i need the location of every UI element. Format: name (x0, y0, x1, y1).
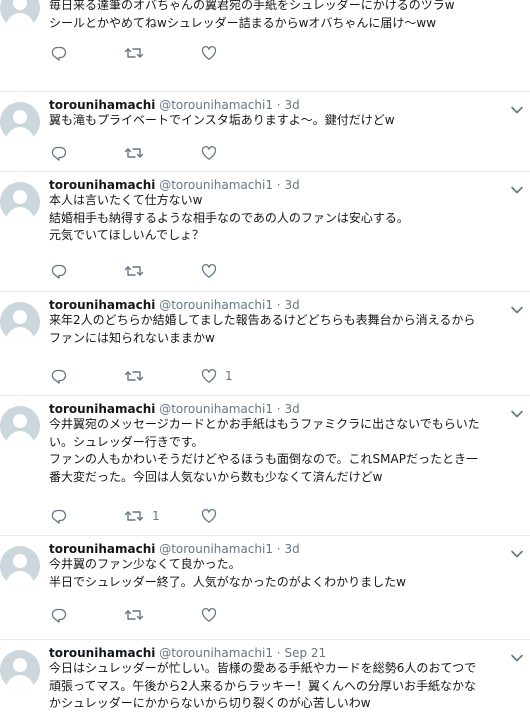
like-button[interactable] (201, 144, 225, 162)
user-handle[interactable]: @torounihamachi1 (159, 298, 273, 312)
like-button[interactable]: 1 (201, 367, 233, 385)
user-name[interactable]: torounihamachi (49, 178, 155, 192)
retweet-button[interactable] (124, 144, 152, 162)
reply-button[interactable] (51, 367, 67, 385)
heart-icon (201, 368, 217, 384)
retweet-button[interactable] (124, 262, 152, 280)
tweet-text: 本人は言いたくて仕方ないw 結婚相手も納得するような相手なのであの人のファンは安… (49, 193, 409, 242)
reply-icon (51, 607, 67, 623)
user-name[interactable]: torounihamachi (49, 402, 155, 416)
timestamp[interactable]: 3d (284, 298, 299, 312)
reply-icon (51, 263, 67, 279)
chevron-down-icon[interactable] (510, 648, 524, 662)
reply-button[interactable] (51, 507, 67, 525)
separator-dot: · (276, 178, 281, 192)
retweet-icon (124, 263, 144, 279)
like-button[interactable] (201, 262, 225, 280)
retweet-icon (124, 45, 144, 61)
tweet[interactable]: torounihamachi @torounihamachi1 · Sep 21… (0, 640, 530, 727)
retweet-button[interactable] (124, 44, 152, 62)
user-handle[interactable]: @torounihamachi1 (159, 646, 273, 660)
chevron-down-icon[interactable] (510, 544, 524, 558)
reply-button[interactable] (51, 44, 67, 62)
retweet-button[interactable]: 1 (124, 507, 160, 525)
reply-icon (51, 508, 67, 524)
heart-icon (201, 508, 217, 524)
separator-dot: · (276, 98, 281, 112)
tweet[interactable]: torounihamachi @torounihamachi1 · 3d 今井翼の… (0, 536, 530, 640)
reply-icon (51, 368, 67, 384)
separator-dot: · (276, 298, 281, 312)
timestamp[interactable]: 3d (284, 542, 299, 556)
heart-icon (201, 45, 217, 61)
avatar[interactable] (0, 406, 40, 446)
avatar[interactable] (0, 182, 40, 222)
timestamp[interactable]: 3d (284, 402, 299, 416)
avatar[interactable] (0, 546, 40, 586)
tweet-text: 毎日来る達筆のオバちゃんの翼君宛の手紙をシュレッダーにかけるのツラw シールとか… (49, 0, 455, 30)
reply-icon (51, 145, 67, 161)
tweet-text: 今井翼宛のメッセージカードとかお手紙はもうファミクラに出さないでもらいた い。シ… (49, 417, 480, 484)
timeline: 毎日来る達筆のオバちゃんの翼君宛の手紙をシュレッダーにかけるのツラw シールとか… (0, 0, 530, 727)
like-button[interactable] (201, 507, 225, 525)
avatar[interactable] (0, 0, 40, 28)
tweet-text: 来年2人のどちらか結婚してました報告あるけどどちらも表舞台から消えるから ファン… (49, 313, 476, 345)
heart-icon (201, 145, 217, 161)
timestamp[interactable]: 3d (284, 178, 299, 192)
heart-icon (201, 263, 217, 279)
like-count: 1 (225, 369, 233, 383)
user-handle[interactable]: @torounihamachi1 (159, 98, 273, 112)
avatar[interactable] (0, 302, 40, 342)
separator-dot: · (276, 646, 281, 660)
user-name[interactable]: torounihamachi (49, 98, 155, 112)
user-name[interactable]: torounihamachi (49, 646, 155, 660)
tweet-text: 今井翼のファン少なくて良かった。 半日でシュレッダー終了。人気がなかったのがよく… (49, 557, 406, 589)
like-button[interactable] (201, 606, 225, 624)
separator-dot: · (276, 542, 281, 556)
tweet[interactable]: torounihamachi @torounihamachi1 · 3d 来年2人… (0, 292, 530, 396)
retweet-button[interactable] (124, 606, 152, 624)
retweet-icon (124, 508, 144, 524)
retweet-button[interactable] (124, 367, 152, 385)
timestamp[interactable]: Sep 21 (284, 646, 326, 660)
reply-button[interactable] (51, 144, 67, 162)
tweet-text: 今日はシュレッダーが忙しい。皆様の愛ある手紙やカードを総勢6人のおてつで 頑張っ… (49, 661, 477, 710)
retweet-icon (124, 145, 144, 161)
tweet-text: 翼も滝もプライベートでインスタ垢ありますよ〜。鍵付だけどw (49, 113, 395, 127)
chevron-down-icon[interactable] (510, 100, 524, 114)
tweet-header: torounihamachi @torounihamachi1 · 3d (49, 542, 500, 556)
tweet-header: torounihamachi @torounihamachi1 · Sep 21 (49, 646, 500, 660)
tweet[interactable]: torounihamachi @torounihamachi1 · 3d 本人は言… (0, 172, 530, 292)
reply-icon (51, 45, 67, 61)
chevron-down-icon[interactable] (510, 300, 524, 314)
tweet-header: torounihamachi @torounihamachi1 · 3d (49, 402, 500, 416)
like-button[interactable] (201, 44, 225, 62)
separator-dot: · (276, 402, 281, 416)
user-name[interactable]: torounihamachi (49, 298, 155, 312)
chevron-down-icon[interactable] (510, 404, 524, 418)
retweet-icon (124, 607, 144, 623)
reply-button[interactable] (51, 606, 67, 624)
tweet[interactable]: torounihamachi @torounihamachi1 · 3d 翼も滝も… (0, 92, 530, 172)
avatar[interactable] (0, 102, 40, 142)
user-handle[interactable]: @torounihamachi1 (159, 402, 273, 416)
tweet-header: torounihamachi @torounihamachi1 · 3d (49, 98, 500, 112)
reply-button[interactable] (51, 262, 67, 280)
heart-icon (201, 607, 217, 623)
avatar[interactable] (0, 650, 40, 690)
timestamp[interactable]: 3d (284, 98, 299, 112)
chevron-down-icon[interactable] (510, 180, 524, 194)
retweet-icon (124, 368, 144, 384)
user-name[interactable]: torounihamachi (49, 542, 155, 556)
tweet[interactable]: 毎日来る達筆のオバちゃんの翼君宛の手紙をシュレッダーにかけるのツラw シールとか… (0, 0, 530, 92)
tweet-header: torounihamachi @torounihamachi1 · 3d (49, 178, 500, 192)
user-handle[interactable]: @torounihamachi1 (159, 542, 273, 556)
tweet[interactable]: torounihamachi @torounihamachi1 · 3d 今井翼宛… (0, 396, 530, 536)
retweet-count: 1 (152, 509, 160, 523)
tweet-header: torounihamachi @torounihamachi1 · 3d (49, 298, 500, 312)
user-handle[interactable]: @torounihamachi1 (159, 178, 273, 192)
